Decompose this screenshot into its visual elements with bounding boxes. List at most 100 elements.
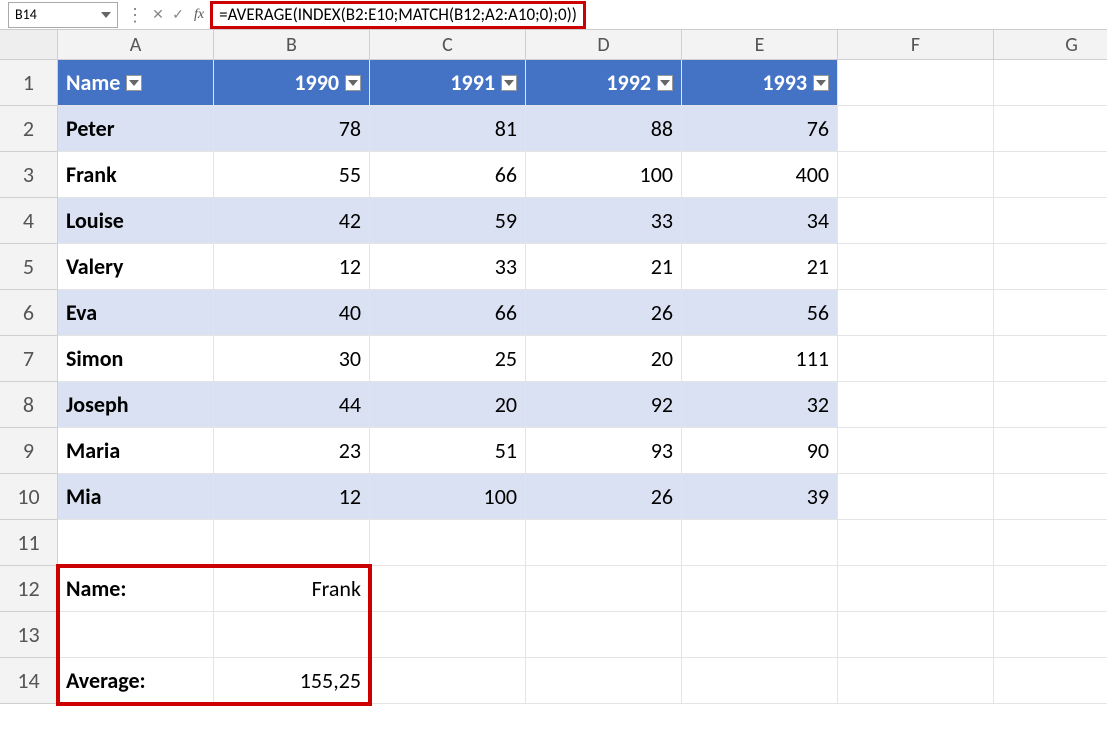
- cell-F3[interactable]: [838, 152, 994, 198]
- cell-A4[interactable]: Louise: [58, 198, 214, 244]
- cell-B11[interactable]: [214, 520, 370, 566]
- cancel-formula-button[interactable]: ✕: [148, 6, 168, 23]
- cell-C8[interactable]: 20: [370, 382, 526, 428]
- column-header-G[interactable]: G: [994, 30, 1107, 60]
- cell-G9[interactable]: [994, 428, 1107, 474]
- cell-E11[interactable]: [682, 520, 838, 566]
- cell-D9[interactable]: 93: [526, 428, 682, 474]
- row-header-13[interactable]: 13: [0, 612, 58, 658]
- filter-dropdown-icon[interactable]: [126, 75, 142, 91]
- cell-E9[interactable]: 90: [682, 428, 838, 474]
- row-header-9[interactable]: 9: [0, 428, 58, 474]
- cell-D12[interactable]: [526, 566, 682, 612]
- row-header-12[interactable]: 12: [0, 566, 58, 612]
- cell-D10[interactable]: 26: [526, 474, 682, 520]
- cell-G6[interactable]: [994, 290, 1107, 336]
- cell-B14[interactable]: 155,25: [214, 658, 370, 704]
- cell-D8[interactable]: 92: [526, 382, 682, 428]
- cell-B9[interactable]: 23: [214, 428, 370, 474]
- filter-dropdown-icon[interactable]: [501, 75, 517, 91]
- cell-C1[interactable]: 1991: [370, 60, 526, 106]
- column-header-E[interactable]: E: [682, 30, 838, 60]
- cell-E10[interactable]: 39: [682, 474, 838, 520]
- row-header-10[interactable]: 10: [0, 474, 58, 520]
- cell-C9[interactable]: 51: [370, 428, 526, 474]
- cell-F8[interactable]: [838, 382, 994, 428]
- cell-B3[interactable]: 55: [214, 152, 370, 198]
- cell-C4[interactable]: 59: [370, 198, 526, 244]
- cell-F11[interactable]: [838, 520, 994, 566]
- row-header-5[interactable]: 5: [0, 244, 58, 290]
- cell-C3[interactable]: 66: [370, 152, 526, 198]
- cell-D7[interactable]: 20: [526, 336, 682, 382]
- filter-dropdown-icon[interactable]: [657, 75, 673, 91]
- cell-D6[interactable]: 26: [526, 290, 682, 336]
- cell-F12[interactable]: [838, 566, 994, 612]
- confirm-formula-button[interactable]: ✓: [168, 6, 188, 23]
- cell-G10[interactable]: [994, 474, 1107, 520]
- cell-G7[interactable]: [994, 336, 1107, 382]
- chevron-down-icon[interactable]: [101, 8, 111, 21]
- row-header-11[interactable]: 11: [0, 520, 58, 566]
- cell-F2[interactable]: [838, 106, 994, 152]
- cell-E14[interactable]: [682, 658, 838, 704]
- cell-C13[interactable]: [370, 612, 526, 658]
- cell-E1[interactable]: 1993: [682, 60, 838, 106]
- cell-A5[interactable]: Valery: [58, 244, 214, 290]
- column-header-F[interactable]: F: [838, 30, 994, 60]
- cell-B8[interactable]: 44: [214, 382, 370, 428]
- cell-D14[interactable]: [526, 658, 682, 704]
- cell-E2[interactable]: 76: [682, 106, 838, 152]
- cell-A1[interactable]: Name: [58, 60, 214, 106]
- cell-G5[interactable]: [994, 244, 1107, 290]
- cell-G12[interactable]: [994, 566, 1107, 612]
- formula-input[interactable]: =AVERAGE(INDEX(B2:E10;MATCH(B12;A2:A10;0…: [210, 1, 586, 29]
- cell-A9[interactable]: Maria: [58, 428, 214, 474]
- cell-A8[interactable]: Joseph: [58, 382, 214, 428]
- cell-D3[interactable]: 100: [526, 152, 682, 198]
- cell-G14[interactable]: [994, 658, 1107, 704]
- cell-B4[interactable]: 42: [214, 198, 370, 244]
- cell-E8[interactable]: 32: [682, 382, 838, 428]
- cell-C12[interactable]: [370, 566, 526, 612]
- cell-D5[interactable]: 21: [526, 244, 682, 290]
- cell-A12[interactable]: Name:: [58, 566, 214, 612]
- row-header-7[interactable]: 7: [0, 336, 58, 382]
- cell-B13[interactable]: [214, 612, 370, 658]
- cell-A6[interactable]: Eva: [58, 290, 214, 336]
- spreadsheet-grid[interactable]: ABCDEFG1Name19901991199219932Peter788188…: [0, 30, 1107, 704]
- cell-F14[interactable]: [838, 658, 994, 704]
- cell-A10[interactable]: Mia: [58, 474, 214, 520]
- cell-F4[interactable]: [838, 198, 994, 244]
- cell-A11[interactable]: [58, 520, 214, 566]
- cell-D13[interactable]: [526, 612, 682, 658]
- cell-C7[interactable]: 25: [370, 336, 526, 382]
- cell-C14[interactable]: [370, 658, 526, 704]
- cell-E12[interactable]: [682, 566, 838, 612]
- cell-G4[interactable]: [994, 198, 1107, 244]
- cell-A13[interactable]: [58, 612, 214, 658]
- cell-G11[interactable]: [994, 520, 1107, 566]
- cell-G2[interactable]: [994, 106, 1107, 152]
- row-header-3[interactable]: 3: [0, 152, 58, 198]
- column-header-C[interactable]: C: [370, 30, 526, 60]
- row-header-2[interactable]: 2: [0, 106, 58, 152]
- cell-D2[interactable]: 88: [526, 106, 682, 152]
- cell-A2[interactable]: Peter: [58, 106, 214, 152]
- cell-E13[interactable]: [682, 612, 838, 658]
- cell-G13[interactable]: [994, 612, 1107, 658]
- row-header-6[interactable]: 6: [0, 290, 58, 336]
- column-header-A[interactable]: A: [58, 30, 214, 60]
- cell-G8[interactable]: [994, 382, 1107, 428]
- cell-E5[interactable]: 21: [682, 244, 838, 290]
- row-header-1[interactable]: 1: [0, 60, 58, 106]
- cell-G1[interactable]: [994, 60, 1107, 106]
- cell-C10[interactable]: 100: [370, 474, 526, 520]
- column-header-B[interactable]: B: [214, 30, 370, 60]
- row-header-4[interactable]: 4: [0, 198, 58, 244]
- cell-C2[interactable]: 81: [370, 106, 526, 152]
- cell-F6[interactable]: [838, 290, 994, 336]
- cell-F13[interactable]: [838, 612, 994, 658]
- cell-B6[interactable]: 40: [214, 290, 370, 336]
- cell-F7[interactable]: [838, 336, 994, 382]
